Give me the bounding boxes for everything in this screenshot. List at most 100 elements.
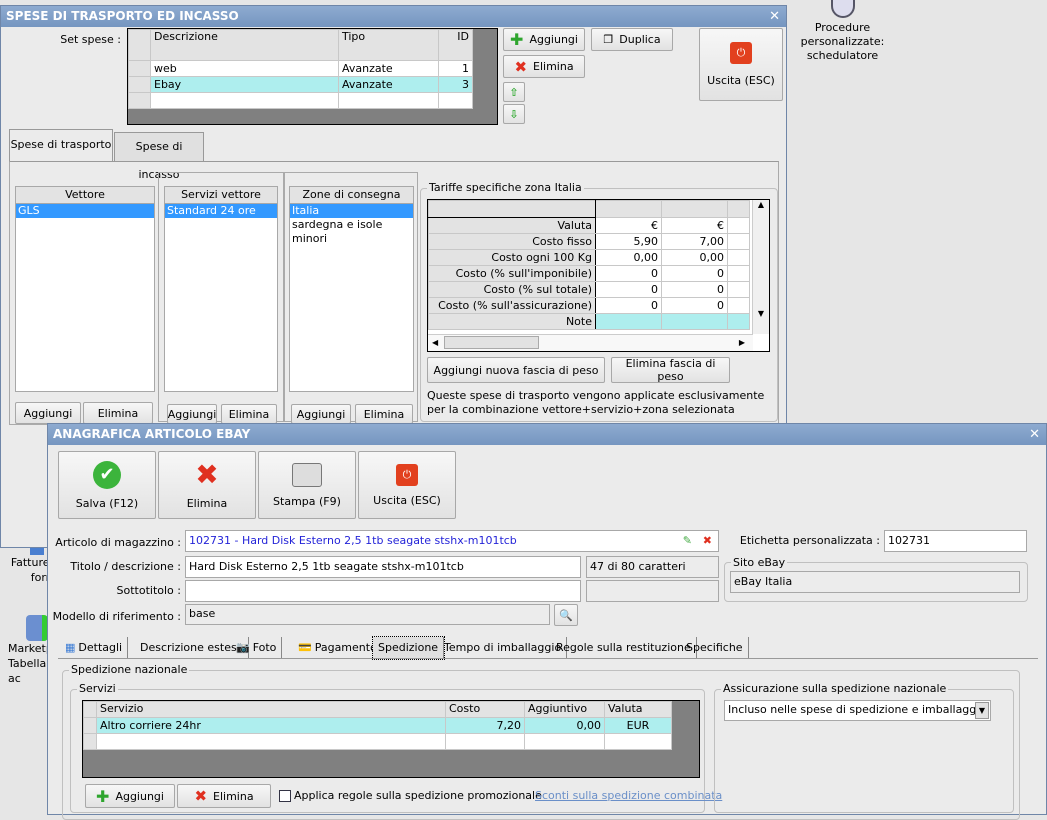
- sconti-link[interactable]: Sconti sulla spedizione combinata: [535, 789, 722, 802]
- table-row[interactable]: web Avanzate 1: [128, 60, 473, 77]
- aggiungi-set-button[interactable]: ✚ Aggiungi: [503, 28, 585, 51]
- scroll-left-icon[interactable]: ◀: [428, 338, 438, 347]
- tariffa-value[interactable]: 0: [595, 281, 662, 298]
- servizi-elimina-button[interactable]: Elimina: [221, 404, 277, 424]
- checkbox-icon[interactable]: [279, 789, 291, 802]
- zone-elimina-button[interactable]: Elimina: [355, 404, 413, 424]
- move-down-button[interactable]: ⇩: [503, 104, 525, 124]
- x-icon: ✖: [514, 57, 528, 76]
- list-item[interactable]: Standard 24 ore: [165, 204, 277, 218]
- pencil-icon[interactable]: ✎: [683, 533, 692, 549]
- tab-foto[interactable]: 📷 Foto: [231, 637, 283, 659]
- tab-pagamento[interactable]: 💳 Pagamento: [293, 637, 383, 659]
- duplica-button[interactable]: ❐ Duplica: [591, 28, 673, 51]
- chevron-down-icon[interactable]: ▼: [975, 702, 989, 719]
- titolo-field[interactable]: Hard Disk Esterno 2,5 1tb seagate stshx-…: [185, 556, 581, 578]
- tab-strip: ▦ Dettagli Descrizione estesa 📷 Foto 💳 Pagamen…: [60, 636, 860, 660]
- elimina-servizio-button[interactable]: ✖ Elimina: [177, 784, 271, 808]
- tariffa-value[interactable]: 0: [595, 265, 662, 282]
- vettore-elimina-button[interactable]: Elimina: [83, 402, 153, 424]
- stampa-button[interactable]: Stampa (F9): [258, 451, 356, 519]
- camera-icon: 📷: [236, 641, 250, 654]
- tab-tempo-di-imballaggio[interactable]: Tempo di imballaggio: [439, 637, 568, 659]
- tariffa-label: Costo fisso: [428, 233, 596, 250]
- tariffa-value[interactable]: 0: [661, 297, 728, 314]
- tab-specifiche[interactable]: Specifiche: [681, 637, 749, 659]
- desktop-icon-schedulatore[interactable]: Procedure personalizzate: schedulatore: [795, 0, 890, 63]
- tab-regole-sulla-restituzione[interactable]: Regole sulla restituzione: [551, 637, 697, 659]
- vettore-list[interactable]: Vettore GLS: [15, 186, 155, 392]
- desktop-icon-marketplace[interactable]: Marketp Tabella ac: [0, 615, 47, 686]
- tariffa-row[interactable]: Note: [428, 313, 750, 330]
- salva-button[interactable]: ✔ Salva (F12): [58, 451, 156, 519]
- tab-spedizione[interactable]: Spedizione: [371, 636, 446, 660]
- clock-icon: [830, 0, 855, 18]
- tariffa-row[interactable]: Costo (% sul totale) 0 0: [428, 281, 750, 298]
- tariffa-row[interactable]: Valuta € €: [428, 217, 750, 234]
- anagrafica-articolo-window: ANAGRAFICA ARTICOLO EBAY ✕ ✔ Salva (F12) ✖…: [47, 423, 1047, 820]
- uscita-button[interactable]: ⏻ Uscita (ESC): [358, 451, 456, 519]
- set-spese-grid[interactable]: Descrizione Tipo ID web Avanzate 1 Ebay Avanz…: [127, 28, 498, 125]
- tariffe-grid[interactable]: Valuta € € Costo fisso 5,90 7,00 Costo ogni 10…: [427, 199, 770, 352]
- desktop-icon-fatture[interactable]: Fatture d fornit: [0, 545, 47, 585]
- payment-icon: 💳: [298, 641, 312, 654]
- tariffa-value[interactable]: €: [661, 217, 728, 234]
- elimina-fascia-button[interactable]: Elimina fascia di peso: [611, 357, 730, 383]
- modello-field[interactable]: base: [185, 604, 550, 625]
- vettore-aggiungi-button[interactable]: Aggiungi: [15, 402, 81, 424]
- tariffa-value[interactable]: 0: [661, 265, 728, 282]
- tab-spese-trasporto[interactable]: Spese di trasporto: [9, 129, 113, 162]
- servizi-aggiungi-button[interactable]: Aggiungi: [167, 404, 217, 424]
- char-count: 47 di 80 caratteri: [586, 556, 719, 578]
- tariffa-value[interactable]: 5,90: [595, 233, 662, 250]
- tab-spese-incasso[interactable]: Spese di incasso: [114, 132, 204, 181]
- title-bar: ANAGRAFICA ARTICOLO EBAY ✕: [48, 424, 1046, 445]
- table-row[interactable]: Altro corriere 24hr 7,20 0,00 EUR: [83, 717, 672, 734]
- tariffa-value[interactable]: 0: [661, 281, 728, 298]
- aggiungi-servizio-button[interactable]: ✚ Aggiungi: [85, 784, 175, 808]
- elimina-button[interactable]: ✖ Elimina: [158, 451, 256, 519]
- tariffa-row[interactable]: Costo (% sull'assicurazione) 0 0: [428, 297, 750, 314]
- close-icon[interactable]: ✕: [769, 6, 780, 27]
- vertical-scrollbar[interactable]: ▲ ▼: [752, 200, 769, 334]
- clear-icon[interactable]: ✖: [703, 533, 712, 549]
- search-modello-button[interactable]: 🔍: [554, 604, 578, 626]
- tab-dettagli[interactable]: ▦ Dettagli: [60, 637, 129, 659]
- tariffa-value[interactable]: [661, 313, 728, 330]
- assicurazione-select[interactable]: Incluso nelle spese di spedizione e imba…: [724, 700, 991, 721]
- tariffa-value[interactable]: [595, 313, 662, 330]
- tariffa-value[interactable]: 0: [595, 297, 662, 314]
- scroll-right-icon[interactable]: ▶: [739, 335, 745, 351]
- etichetta-field[interactable]: 102731: [884, 530, 1027, 552]
- articolo-field[interactable]: 102731 - Hard Disk Esterno 2,5 1tb seaga…: [185, 530, 719, 552]
- scroll-down-icon[interactable]: ▼: [753, 309, 769, 318]
- list-item[interactable]: GLS: [16, 204, 154, 218]
- list-item[interactable]: sardegna e isole minori: [290, 218, 413, 245]
- sottotitolo-field[interactable]: [185, 580, 581, 602]
- tariffa-label: Note: [428, 313, 596, 330]
- tariffa-value[interactable]: €: [595, 217, 662, 234]
- zone-consegna-list[interactable]: Zone di consegna Italia sardegna e isole m…: [289, 186, 414, 392]
- zone-aggiungi-button[interactable]: Aggiungi: [291, 404, 351, 424]
- move-up-button[interactable]: ⇧: [503, 82, 525, 102]
- check-icon: ✔: [93, 460, 121, 489]
- tariffa-value[interactable]: 0,00: [595, 249, 662, 266]
- list-item[interactable]: Italia: [290, 204, 413, 218]
- elimina-set-button[interactable]: ✖ Elimina: [503, 55, 585, 78]
- calendar-icon: ▦: [65, 641, 76, 654]
- scroll-up-icon[interactable]: ▲: [753, 200, 769, 209]
- plus-icon: ✚: [96, 786, 110, 806]
- servizi-grid[interactable]: Servizio Costo Aggiuntivo Valuta Altro corr…: [82, 700, 700, 778]
- tariffa-row[interactable]: Costo (% sull'imponibile) 0 0: [428, 265, 750, 282]
- aggiungi-fascia-button[interactable]: Aggiungi nuova fascia di peso: [427, 357, 605, 383]
- promo-checkbox[interactable]: Applica regole sulla spedizione promozio…: [279, 789, 542, 802]
- table-row[interactable]: Ebay Avanzate 3: [128, 76, 473, 93]
- tariffa-value[interactable]: 7,00: [661, 233, 728, 250]
- servizi-vettore-list[interactable]: Servizi vettore Standard 24 ore: [164, 186, 278, 392]
- horizontal-scrollbar[interactable]: ◀ ▶: [428, 334, 753, 351]
- uscita-button[interactable]: ⏻ Uscita (ESC): [699, 28, 783, 101]
- tariffa-row[interactable]: Costo ogni 100 Kg 0,00 0,00: [428, 249, 750, 266]
- close-icon[interactable]: ✕: [1029, 424, 1040, 445]
- tariffa-value[interactable]: 0,00: [661, 249, 728, 266]
- tariffa-row[interactable]: Costo fisso 5,90 7,00: [428, 233, 750, 250]
